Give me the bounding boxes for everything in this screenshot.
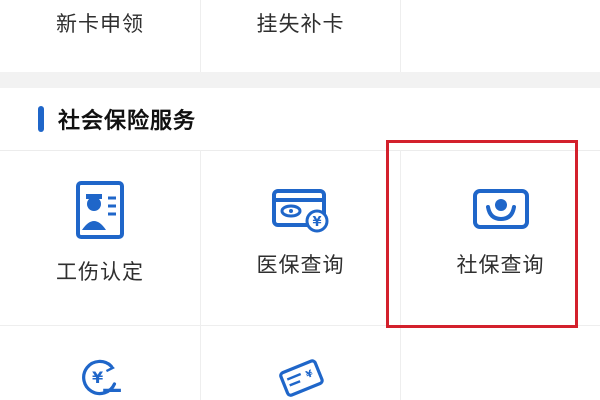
report-loss-replace-card-item[interactable]: 挂失补卡 — [200, 0, 400, 72]
new-card-application-item[interactable]: 新卡申领 — [0, 0, 200, 72]
svg-text:¥: ¥ — [92, 368, 103, 387]
medical-card-icon: ¥ — [271, 188, 328, 232]
work-injury-item[interactable]: 工伤认定 — [0, 150, 200, 325]
empty-cell — [400, 325, 600, 400]
svg-text:¥: ¥ — [304, 368, 315, 381]
medical-insurance-query-item[interactable]: ¥ 医保查询 — [200, 150, 400, 325]
section-title: 社会保险服务 — [58, 109, 197, 134]
work-injury-icon — [76, 180, 124, 239]
card-edit-icon: ¥ — [278, 359, 324, 397]
report-loss-replace-card-label: 挂失补卡 — [256, 12, 345, 36]
work-injury-label: 工伤认定 — [56, 259, 144, 284]
highlight-box — [386, 140, 578, 328]
svg-text:¥: ¥ — [312, 215, 321, 230]
card-service-item[interactable]: ¥ — [200, 325, 400, 400]
section-accent-bar — [38, 106, 44, 132]
service-row-2: ¥ ¥ — [0, 325, 600, 400]
top-service-row: 新卡申领 挂失补卡 — [0, 0, 600, 72]
empty-cell — [400, 0, 600, 72]
section-separator — [0, 72, 600, 88]
yuan-refresh-icon: ¥ — [82, 359, 121, 396]
yuan-service-item[interactable]: ¥ — [0, 325, 200, 400]
medical-insurance-query-label: 医保查询 — [256, 252, 345, 277]
new-card-application-label: 新卡申领 — [56, 12, 144, 36]
